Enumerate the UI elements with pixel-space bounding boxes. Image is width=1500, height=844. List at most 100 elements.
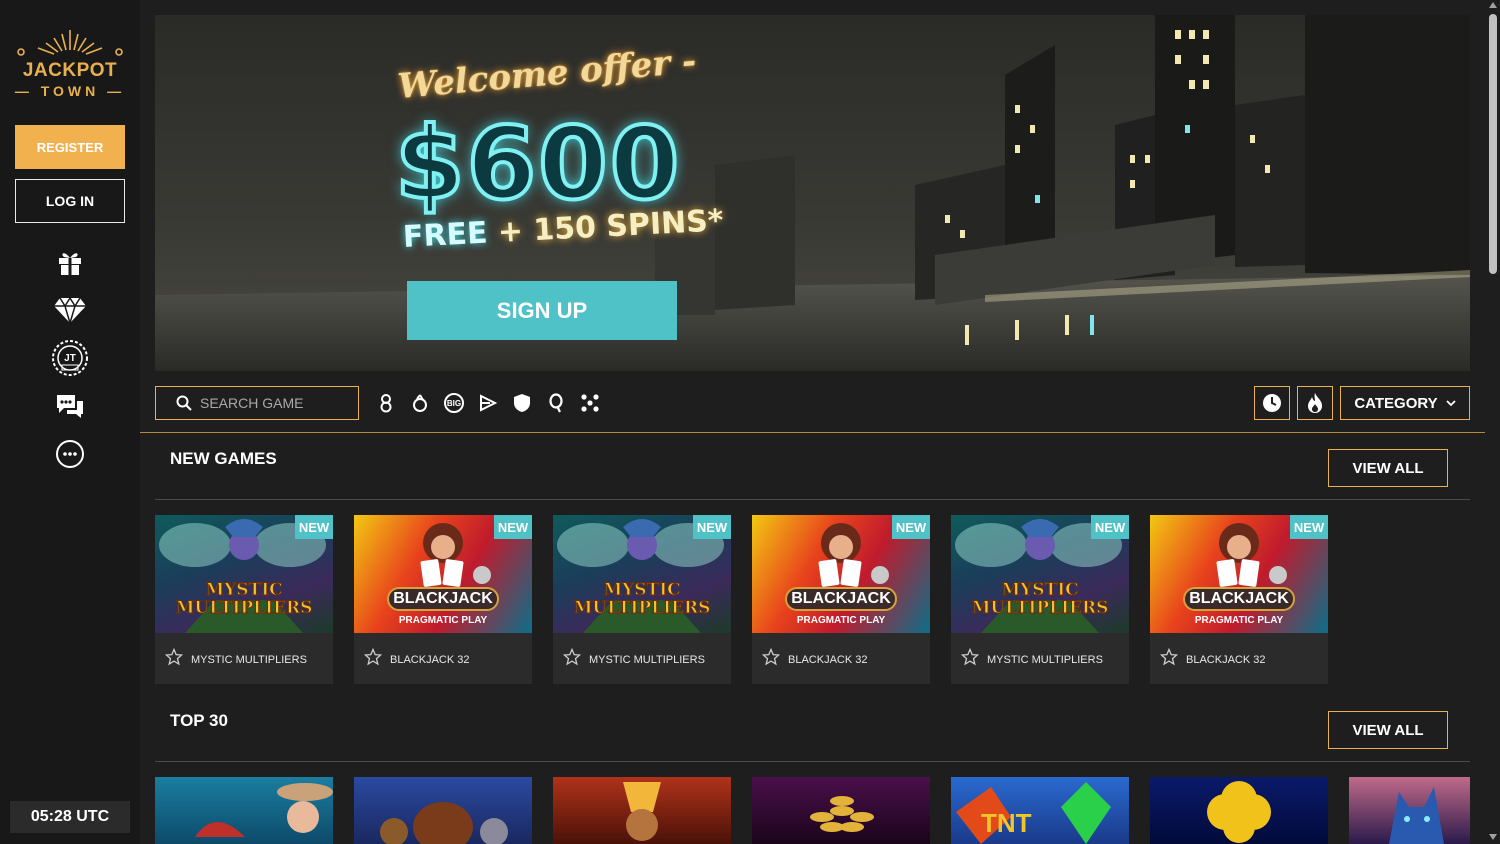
jt-club-link[interactable]: JT (50, 340, 90, 376)
top30-game-tile[interactable] (1349, 777, 1470, 844)
search-box[interactable] (155, 386, 359, 420)
scroll-up-arrow-icon[interactable] (1489, 2, 1497, 8)
signup-button[interactable]: SIGN UP (407, 281, 677, 340)
pharaoh-queen-game-art (623, 782, 661, 841)
provider-filter-7[interactable] (579, 392, 601, 414)
top30-game-tile[interactable] (354, 777, 532, 844)
logo-subtitle: — TOWN — (14, 83, 126, 99)
flame-icon (1308, 393, 1322, 413)
new-games-title: NEW GAMES (170, 449, 277, 468)
svg-text:JT: JT (64, 353, 76, 364)
hot-games-button[interactable] (1297, 386, 1333, 420)
game-card[interactable]: MYSTIC MULTIPLIERS NEW MYSTIC MULTIPLIERS (155, 515, 333, 684)
gift-icon (59, 253, 81, 275)
category-dropdown[interactable]: CATEGORY (1340, 386, 1470, 420)
top30-view-all-button[interactable]: VIEW ALL (1328, 711, 1448, 749)
city-skyline-illustration (155, 15, 1470, 371)
game-art-title: MYSTIC MULTIPLIERS (951, 580, 1129, 618)
provider-filter-3[interactable]: BIG (443, 392, 465, 414)
game-thumbnail[interactable]: BLACKJACK PRAGMATIC PLAY NEW (752, 515, 930, 633)
game-thumbnail[interactable]: MYSTIC MULTIPLIERS NEW (951, 515, 1129, 633)
game-card[interactable]: BLACKJACK PRAGMATIC PLAY NEW BLACKJACK 32 (752, 515, 930, 684)
art-line-1: MYSTIC (205, 580, 283, 600)
game-card-footer: BLACKJACK 32 (363, 647, 469, 671)
top30-game-tile[interactable] (155, 777, 333, 844)
provider-filter-5[interactable] (511, 392, 533, 414)
game-name: BLACKJACK 32 (788, 653, 868, 666)
art-line-1: MYSTIC (1001, 580, 1079, 600)
provider-shield-icon (514, 394, 530, 412)
top30-game-tile[interactable]: TNT (951, 777, 1129, 844)
sidebar: JACKPOT — TOWN — REGISTER LOG IN JT 05:2… (0, 0, 140, 844)
jt-vip-badge-icon: JT (52, 340, 88, 376)
favorite-star-icon (1159, 647, 1179, 666)
wolf-game-art (1389, 787, 1444, 844)
game-card[interactable]: MYSTIC MULTIPLIERS NEW MYSTIC MULTIPLIERS (553, 515, 731, 684)
bonus-amount: $600 (393, 103, 682, 224)
game-card[interactable]: MYSTIC MULTIPLIERS NEW MYSTIC MULTIPLIERS (951, 515, 1129, 684)
art-line-1: MYSTIC (603, 580, 681, 600)
game-art-provider: PRAGMATIC PLAY (1194, 615, 1284, 626)
top30-game-tile[interactable] (752, 777, 930, 844)
new-badge: NEW (295, 515, 333, 539)
favorite-star-icon (761, 647, 781, 666)
game-thumbnail[interactable]: BLACKJACK PRAGMATIC PLAY NEW (1150, 515, 1328, 633)
recent-games-button[interactable] (1254, 386, 1290, 420)
game-name: MYSTIC MULTIPLIERS (987, 653, 1103, 666)
favorite-star-icon (164, 647, 184, 666)
svg-text:BIG: BIG (447, 399, 461, 408)
chat-icon (57, 395, 83, 418)
provider-big-icon: BIG (444, 393, 464, 413)
promotions-link[interactable] (50, 244, 90, 280)
favorite-button[interactable] (164, 647, 184, 671)
top30-title: TOP 30 (170, 711, 228, 730)
chevron-down-icon (1446, 400, 1456, 407)
favorite-button[interactable] (761, 647, 781, 671)
golden-clover-game-art (1207, 781, 1271, 843)
provider-filter-1[interactable] (375, 392, 397, 414)
new-badge: NEW (892, 515, 930, 539)
art-line-2: MULTIPLIERS (175, 598, 313, 618)
page-scrollbar[interactable] (1486, 0, 1500, 844)
game-art-provider: PRAGMATIC PLAY (796, 615, 886, 626)
game-art-provider: PRAGMATIC PLAY (398, 615, 488, 626)
game-card[interactable]: BLACKJACK PRAGMATIC PLAY NEW BLACKJACK 32 (1150, 515, 1328, 684)
new-games-view-all-button[interactable]: VIEW ALL (1328, 449, 1448, 487)
game-art-title: BLACKJACK (785, 587, 897, 611)
favorite-button[interactable] (1159, 647, 1179, 671)
scroll-thumb[interactable] (1489, 14, 1497, 274)
game-card-footer: BLACKJACK 32 (761, 647, 868, 671)
game-card-footer: BLACKJACK 32 (1159, 647, 1265, 671)
new-badge: NEW (1091, 515, 1129, 539)
register-button[interactable]: REGISTER (15, 125, 125, 169)
jackpot-town-logo[interactable]: JACKPOT — TOWN — (12, 28, 128, 104)
game-card-footer: MYSTIC MULTIPLIERS (164, 647, 307, 671)
game-thumbnail[interactable]: MYSTIC MULTIPLIERS NEW (155, 515, 333, 633)
provider-filter-4[interactable] (477, 392, 499, 414)
provider-filter-2[interactable] (409, 392, 431, 414)
search-input[interactable] (200, 395, 350, 411)
live-chat-link[interactable] (50, 388, 90, 424)
svg-text:TNT: TNT (981, 808, 1032, 838)
favorite-button[interactable] (562, 647, 582, 671)
favorite-button[interactable] (960, 647, 980, 671)
scroll-down-arrow-icon[interactable] (1489, 834, 1497, 840)
top30-game-tile[interactable] (1150, 777, 1328, 844)
new-badge: NEW (494, 515, 532, 539)
game-card-footer: MYSTIC MULTIPLIERS (562, 647, 705, 671)
top30-game-tile[interactable] (553, 777, 731, 844)
game-thumbnail[interactable]: BLACKJACK PRAGMATIC PLAY NEW (354, 515, 532, 633)
vip-link[interactable] (50, 292, 90, 328)
provider-filter-6[interactable] (545, 392, 567, 414)
login-button[interactable]: LOG IN (15, 179, 125, 223)
free-label: FREE (402, 215, 489, 255)
game-thumbnail[interactable]: MYSTIC MULTIPLIERS NEW (553, 515, 731, 633)
casino-app: JACKPOT — TOWN — REGISTER LOG IN JT 05:2… (0, 0, 1500, 844)
game-card[interactable]: BLACKJACK PRAGMATIC PLAY NEW BLACKJACK 32 (354, 515, 532, 684)
more-menu-button[interactable] (50, 436, 90, 472)
top30-divider (155, 761, 1470, 762)
provider-8-icon (380, 394, 392, 413)
tnt-gem-game-art: TNT (956, 782, 1111, 844)
gold-coins-game-art (810, 796, 874, 832)
favorite-button[interactable] (363, 647, 383, 671)
